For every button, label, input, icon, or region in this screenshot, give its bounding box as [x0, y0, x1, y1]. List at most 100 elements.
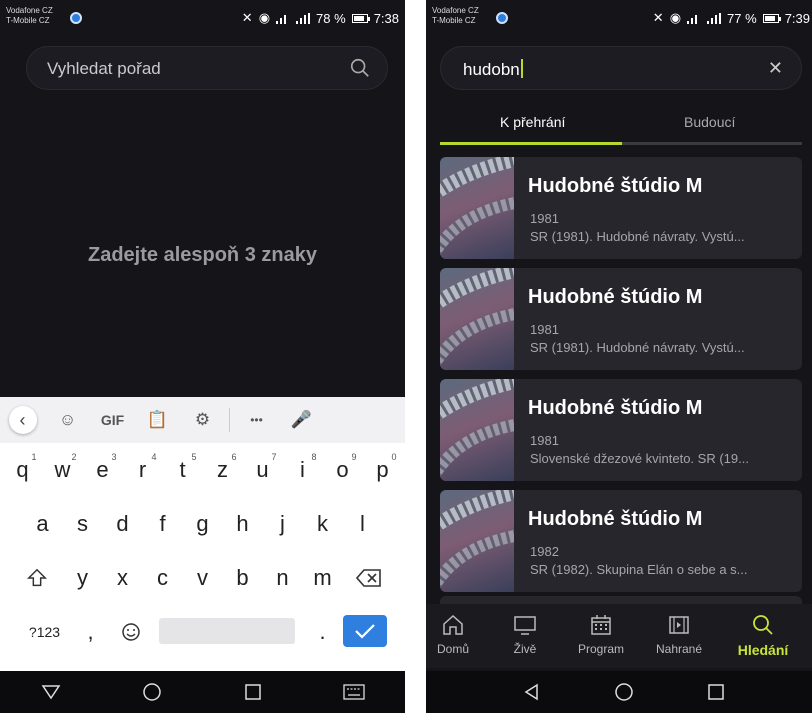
key-number-hint: 9 — [351, 452, 357, 462]
signal-icon — [276, 13, 290, 24]
comma-key[interactable]: , — [71, 609, 111, 654]
period-key[interactable]: . — [303, 609, 343, 654]
list-item[interactable]: Hudobné štúdio M 1981 SR (1981). Hudobné n… — [440, 268, 802, 370]
key-s[interactable]: s — [63, 501, 103, 546]
home-button[interactable] — [132, 678, 172, 706]
key-b[interactable]: b — [223, 555, 263, 600]
space-key[interactable] — [158, 618, 295, 644]
list-item[interactable]: Hudobné štúdio M 1981 Slovenské džezové kv… — [440, 379, 802, 481]
backspace-key[interactable] — [343, 555, 395, 600]
status-indicators: ✕ ◉ 77 % 7:39 — [653, 10, 810, 26]
battery-percent: 77 % — [727, 10, 757, 26]
key-w[interactable]: w2 — [43, 447, 83, 492]
key-number-hint: 3 — [111, 452, 117, 462]
result-description: SR (1982). Skupina Elán o sebe a s... — [530, 562, 748, 577]
key-g[interactable]: g — [183, 501, 223, 546]
key-h[interactable]: h — [223, 501, 263, 546]
tab-upcoming[interactable]: Budoucí — [684, 114, 735, 130]
key-number-hint: 1 — [31, 452, 37, 462]
tab-active-indicator — [440, 142, 622, 145]
shield-icon — [496, 12, 508, 24]
bottom-nav: Domů Živě Program Nahrané Hledání — [426, 604, 812, 668]
tv-icon — [514, 616, 536, 635]
key-t[interactable]: t5 — [163, 447, 203, 492]
symbols-key[interactable]: ?123 — [19, 609, 71, 654]
recents-button[interactable] — [233, 678, 273, 706]
tab-playable[interactable]: K přehrání — [500, 114, 565, 130]
nav-item-program[interactable]: Program — [566, 612, 636, 656]
emoji-key[interactable] — [111, 609, 151, 654]
close-icon[interactable]: ✕ — [768, 58, 783, 79]
shift-key[interactable] — [11, 555, 63, 600]
list-item[interactable]: Hudobné štúdio M 1981 SR (1981). Hudobné n… — [440, 157, 802, 259]
key-d[interactable]: d — [103, 501, 143, 546]
search-icon[interactable] — [349, 57, 371, 79]
back-button[interactable] — [512, 678, 552, 706]
key-r[interactable]: r4 — [123, 447, 163, 492]
keyboard-switch-icon[interactable] — [334, 678, 374, 706]
key-n[interactable]: n — [263, 555, 303, 600]
result-year: 1981 — [530, 322, 559, 337]
film-reel-icon — [440, 379, 514, 478]
key-j[interactable]: j — [263, 501, 303, 546]
nav-item-home[interactable]: Domů — [426, 612, 488, 656]
result-title: Hudobné štúdio M — [528, 508, 703, 530]
clipboard-icon[interactable]: 📋 — [135, 397, 180, 443]
carrier-secondary: T-Mobile CZ — [6, 16, 50, 25]
key-a[interactable]: a — [23, 501, 63, 546]
search-placeholder: Vyhledat pořad — [47, 59, 161, 78]
key-p[interactable]: p0 — [363, 447, 403, 492]
key-q[interactable]: q1 — [3, 447, 43, 492]
key-i[interactable]: i8 — [283, 447, 323, 492]
key-v[interactable]: v — [183, 555, 223, 600]
thumbnail — [440, 379, 514, 481]
search-icon — [753, 615, 773, 635]
mute-icon: ✕ — [652, 10, 664, 25]
key-m[interactable]: m — [303, 555, 343, 600]
key-f[interactable]: f — [143, 501, 183, 546]
min-chars-message: Zadejte alespoň 3 znaky — [88, 244, 317, 266]
key-l[interactable]: l — [343, 501, 383, 546]
key-o[interactable]: o9 — [323, 447, 363, 492]
key-x[interactable]: x — [103, 555, 143, 600]
carrier-primary: Vodafone CZ — [6, 6, 53, 15]
key-letter: w — [54, 456, 71, 482]
result-title: Hudobné štúdio M — [528, 175, 703, 197]
more-button[interactable]: ••• — [234, 397, 279, 443]
key-e[interactable]: e3 — [83, 447, 123, 492]
key-k[interactable]: k — [303, 501, 343, 546]
result-description: SR (1981). Hudobné návraty. Vystú... — [530, 229, 745, 244]
nav-item-search[interactable]: Hledání — [728, 612, 798, 658]
back-button[interactable] — [31, 678, 71, 706]
system-nav-bar — [0, 671, 405, 713]
key-u[interactable]: u7 — [243, 447, 283, 492]
text-caret — [520, 59, 523, 78]
nav-item-recorded[interactable]: Nahrané — [644, 612, 714, 656]
calendar-icon — [591, 615, 611, 635]
result-year: 1981 — [530, 433, 559, 448]
key-z[interactable]: z6 — [203, 447, 243, 492]
collapse-toolbar-button[interactable]: ‹ — [0, 397, 45, 443]
result-description: SR (1981). Hudobné návraty. Vystú... — [530, 340, 745, 355]
search-input[interactable]: hudobn ✕ — [440, 46, 802, 90]
key-number-hint: 0 — [391, 452, 397, 462]
key-letter: r — [138, 456, 147, 482]
home-button[interactable] — [604, 678, 644, 706]
home-icon — [443, 614, 463, 635]
gif-button[interactable]: GIF — [90, 397, 135, 443]
nav-label: Živě — [513, 642, 537, 656]
sticker-icon[interactable]: ☺ — [45, 397, 90, 443]
enter-key[interactable] — [342, 615, 387, 647]
recents-button[interactable] — [696, 678, 736, 706]
key-c[interactable]: c — [143, 555, 183, 600]
gear-icon[interactable]: ⚙ — [180, 397, 225, 443]
mic-icon[interactable]: 🎤 — [279, 397, 324, 443]
list-item[interactable]: Hudobné štúdio M 1982 SR (1982). Skupina E… — [440, 490, 802, 592]
keyboard: ‹ ☺ GIF 📋 ⚙ ••• 🎤 q1w2e3r4t5z6u7i8o9p0 a… — [0, 397, 405, 671]
status-bar: Vodafone CZ T-Mobile CZ ✕ ◉ 78 % 7:38 — [0, 0, 405, 38]
search-input[interactable]: Vyhledat pořad — [26, 46, 388, 90]
carrier-info: Vodafone CZ T-Mobile CZ — [6, 6, 53, 26]
nav-item-live[interactable]: Živě — [490, 612, 560, 656]
key-y[interactable]: y — [63, 555, 103, 600]
key-number-hint: 8 — [311, 452, 317, 462]
